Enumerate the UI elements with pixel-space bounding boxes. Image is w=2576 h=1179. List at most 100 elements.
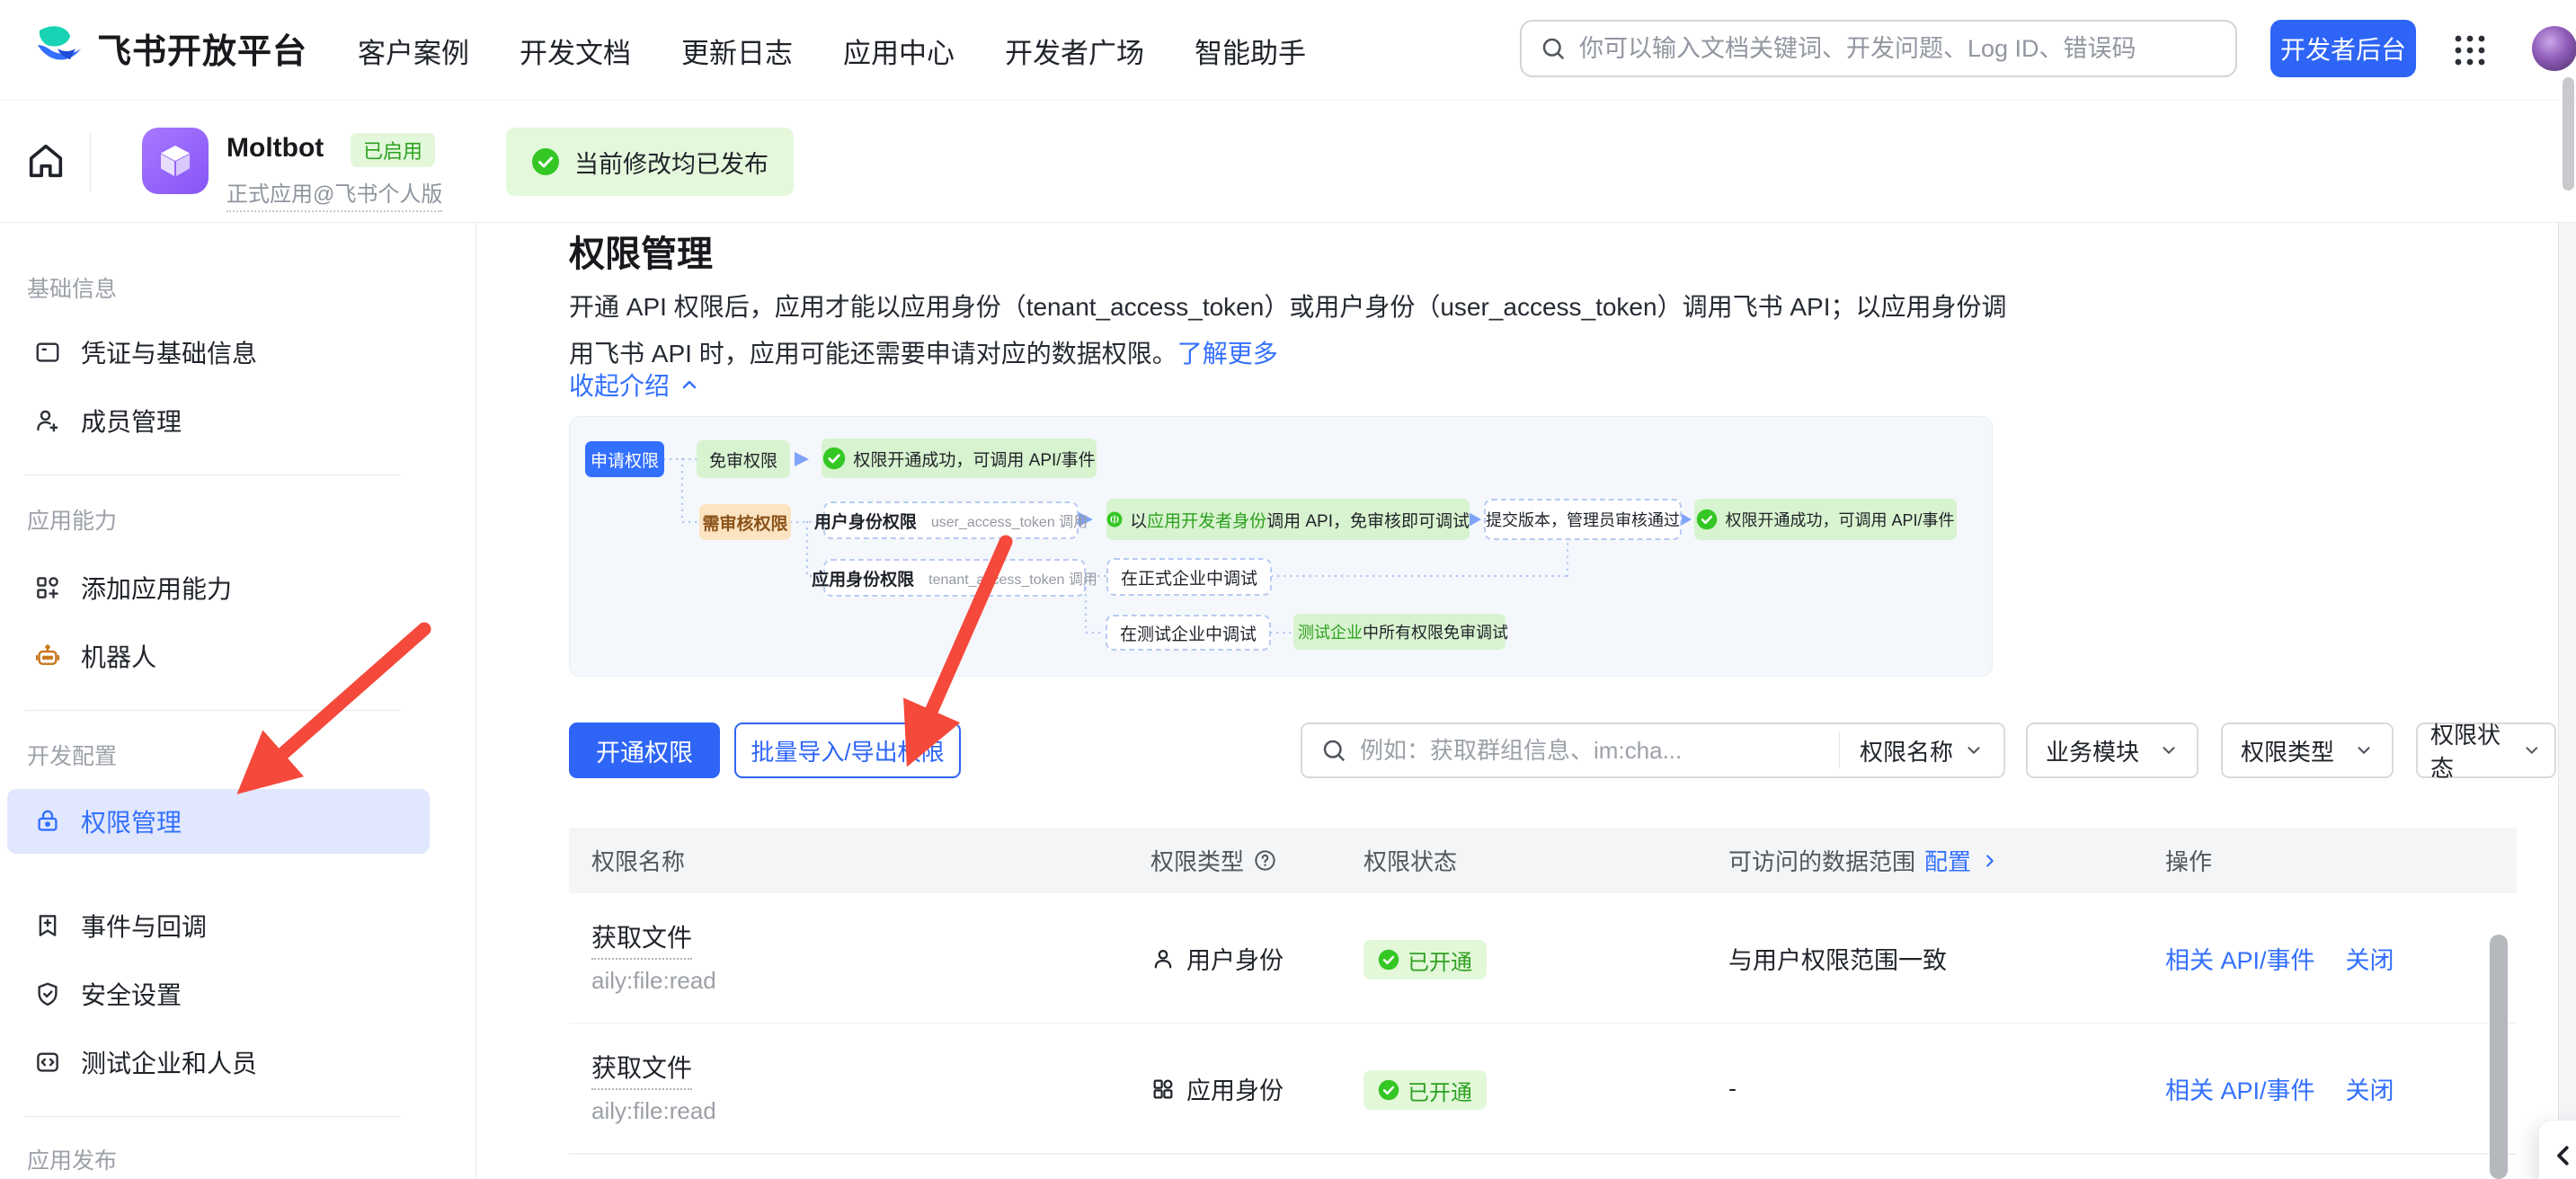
- close-permission-link[interactable]: 关闭: [2346, 1071, 2394, 1106]
- nav-item-docs[interactable]: 开发文档: [520, 31, 631, 71]
- page-title: 权限管理: [569, 225, 713, 277]
- filter-label: 业务模块: [2046, 734, 2139, 767]
- flow-node-label: 以应用开发者身份调用 API，免审核即可调试: [1130, 508, 1470, 532]
- search-field-label: 权限名称: [1860, 734, 1953, 767]
- id-card-icon: [34, 339, 61, 366]
- filter-permission-type[interactable]: 权限类型: [2221, 722, 2394, 778]
- flow-node-label: 在正式企业中调试: [1121, 565, 1257, 590]
- panel-collapse-handle[interactable]: [2538, 1120, 2576, 1179]
- chevron-down-icon: [1964, 740, 1984, 760]
- nav-item-app-center[interactable]: 应用中心: [843, 31, 955, 71]
- permission-search-input[interactable]: [1347, 737, 1839, 765]
- data-scope: 与用户权限范围一致: [1728, 893, 1947, 1024]
- table-scrollbar-thumb[interactable]: [2490, 935, 2508, 1179]
- sidebar-section-basic-info: 基础信息: [27, 271, 117, 304]
- related-api-link[interactable]: 相关 API/事件: [2165, 941, 2315, 976]
- sidebar-item-add-capability[interactable]: 添加应用能力: [7, 559, 430, 616]
- flow-node-test-debug: 在测试企业中调试: [1106, 615, 1271, 651]
- feishu-logo-icon: [32, 22, 84, 74]
- filter-label: 权限类型: [2241, 734, 2334, 767]
- flow-node-label: 申请权限: [591, 448, 659, 472]
- chevron-up-icon: [679, 374, 700, 395]
- app-grid-icon: [1150, 1077, 1176, 1102]
- divider: [90, 133, 91, 191]
- flow-node-developer-debug: 以应用开发者身份调用 API，免审核即可调试: [1106, 499, 1470, 540]
- flow-node-label: 权限开通成功，可调用 API/事件: [1725, 508, 1954, 531]
- sidebar-item-test-company[interactable]: 测试企业和人员: [7, 1033, 430, 1091]
- sidebar-item-credentials[interactable]: 凭证与基础信息: [7, 324, 430, 381]
- chevron-down-icon: [2522, 740, 2542, 760]
- help-question-icon[interactable]: [1253, 848, 1277, 873]
- right-panel-strip: [2558, 223, 2576, 1179]
- status-badge-label: 已开通: [1408, 944, 1472, 976]
- flow-node-need-review: 需审核权限: [699, 504, 791, 540]
- nav-item-ai-assistant[interactable]: 智能助手: [1195, 31, 1306, 71]
- permission-type-label: 用户身份: [1186, 941, 1284, 976]
- check-circle-icon: [1378, 949, 1399, 971]
- filter-permission-status[interactable]: 权限状态: [2416, 722, 2556, 778]
- user-avatar[interactable]: [2532, 26, 2576, 71]
- status-badge: 已开通: [1364, 940, 1487, 980]
- nav-item-changelog[interactable]: 更新日志: [681, 31, 793, 71]
- sidebar-item-security[interactable]: 安全设置: [7, 965, 430, 1023]
- close-permission-link[interactable]: 关闭: [2346, 941, 2394, 976]
- permission-name[interactable]: 获取文件: [591, 1049, 692, 1090]
- sidebar-item-members[interactable]: 成员管理: [7, 392, 430, 449]
- open-permission-button[interactable]: 开通权限: [569, 722, 720, 778]
- nav-item-cases[interactable]: 客户案例: [358, 31, 469, 71]
- related-api-link[interactable]: 相关 API/事件: [2165, 1071, 2315, 1106]
- flow-node-label: 需审核权限: [702, 510, 787, 535]
- collapse-intro-link[interactable]: 收起介绍: [569, 367, 700, 403]
- page-scrollbar-thumb[interactable]: [2563, 77, 2574, 191]
- sidebar-item-permissions[interactable]: 权限管理: [7, 789, 430, 854]
- feishu-open-platform-console: 飞书开放平台 客户案例 开发文档 更新日志 应用中心 开发者广场 智能助手 开发…: [0, 0, 2576, 1179]
- permission-name[interactable]: 获取文件: [591, 918, 692, 960]
- user-icon: [1150, 946, 1176, 971]
- sidebar-item-bot[interactable]: 机器人: [7, 627, 430, 685]
- sidebar-item-events[interactable]: 事件与回调: [7, 897, 430, 954]
- sidebar-item-label: 凭证与基础信息: [81, 334, 257, 370]
- nav-item-dev-forum[interactable]: 开发者广场: [1005, 31, 1144, 71]
- permission-code: aily:file:read: [591, 1097, 716, 1125]
- search-icon: [1540, 35, 1567, 62]
- member-add-icon: [34, 407, 61, 434]
- flow-node-no-review: 免审权限: [697, 440, 790, 478]
- column-header-name: 权限名称: [591, 844, 685, 877]
- code-icon: [34, 1049, 61, 1076]
- table-row: 获取文件 aily:file:read 应用身份 已开通 - 相关 API/事件…: [569, 1024, 2517, 1154]
- column-header-label: 权限类型: [1150, 844, 1244, 877]
- sidebar-item-label: 事件与回调: [81, 908, 207, 944]
- check-circle-icon: [1378, 1079, 1399, 1101]
- status-badge: 已开通: [1364, 1070, 1487, 1110]
- filter-business-module[interactable]: 业务模块: [2026, 722, 2198, 778]
- top-navbar: 飞书开放平台 客户案例 开发文档 更新日志 应用中心 开发者广场 智能助手 开发…: [0, 0, 2576, 101]
- flow-node-apply: 申请权限: [585, 441, 664, 477]
- permission-search[interactable]: 权限名称: [1301, 722, 2005, 778]
- global-search-input[interactable]: [1579, 35, 2217, 63]
- app-status-badge: 已启用: [351, 133, 435, 167]
- developer-console-button[interactable]: 开发者后台: [2270, 20, 2416, 77]
- brand-logo[interactable]: 飞书开放平台: [32, 22, 307, 74]
- search-field-select[interactable]: 权限名称: [1840, 734, 2003, 767]
- flow-node-tenant-permission: 应用身份权限tenant_access_token 调用: [823, 559, 1086, 597]
- chevron-right-icon[interactable]: [1980, 851, 2000, 871]
- scope-config-link[interactable]: 配置: [1924, 844, 1971, 877]
- column-header-status: 权限状态: [1364, 844, 1457, 877]
- app-name: Moltbot: [227, 133, 324, 164]
- sidebar-section-dev-config: 开发配置: [27, 739, 117, 771]
- event-callback-icon: [34, 912, 61, 939]
- flow-node-user-permission: 用户身份权限user_access_token 调用: [823, 501, 1079, 539]
- apps-grid-icon[interactable]: [2452, 32, 2488, 68]
- description-text: 开通 API 权限后，应用才能以应用身份（tenant_access_token…: [569, 293, 2007, 368]
- global-search[interactable]: [1520, 20, 2237, 77]
- learn-more-link[interactable]: 了解更多: [1177, 340, 1278, 368]
- batch-import-export-button[interactable]: 批量导入/导出权限: [734, 722, 961, 778]
- chevron-left-icon: [2550, 1142, 2576, 1169]
- search-icon: [1320, 737, 1347, 764]
- home-icon[interactable]: [25, 140, 67, 182]
- app-subtitle[interactable]: 正式应用@飞书个人版: [227, 176, 442, 212]
- lock-icon: [34, 808, 61, 835]
- sidebar: 基础信息 凭证与基础信息 成员管理 应用能力 添加应用能力: [0, 223, 476, 1179]
- chevron-down-icon: [2159, 740, 2179, 760]
- column-header-type: 权限类型: [1150, 844, 1277, 877]
